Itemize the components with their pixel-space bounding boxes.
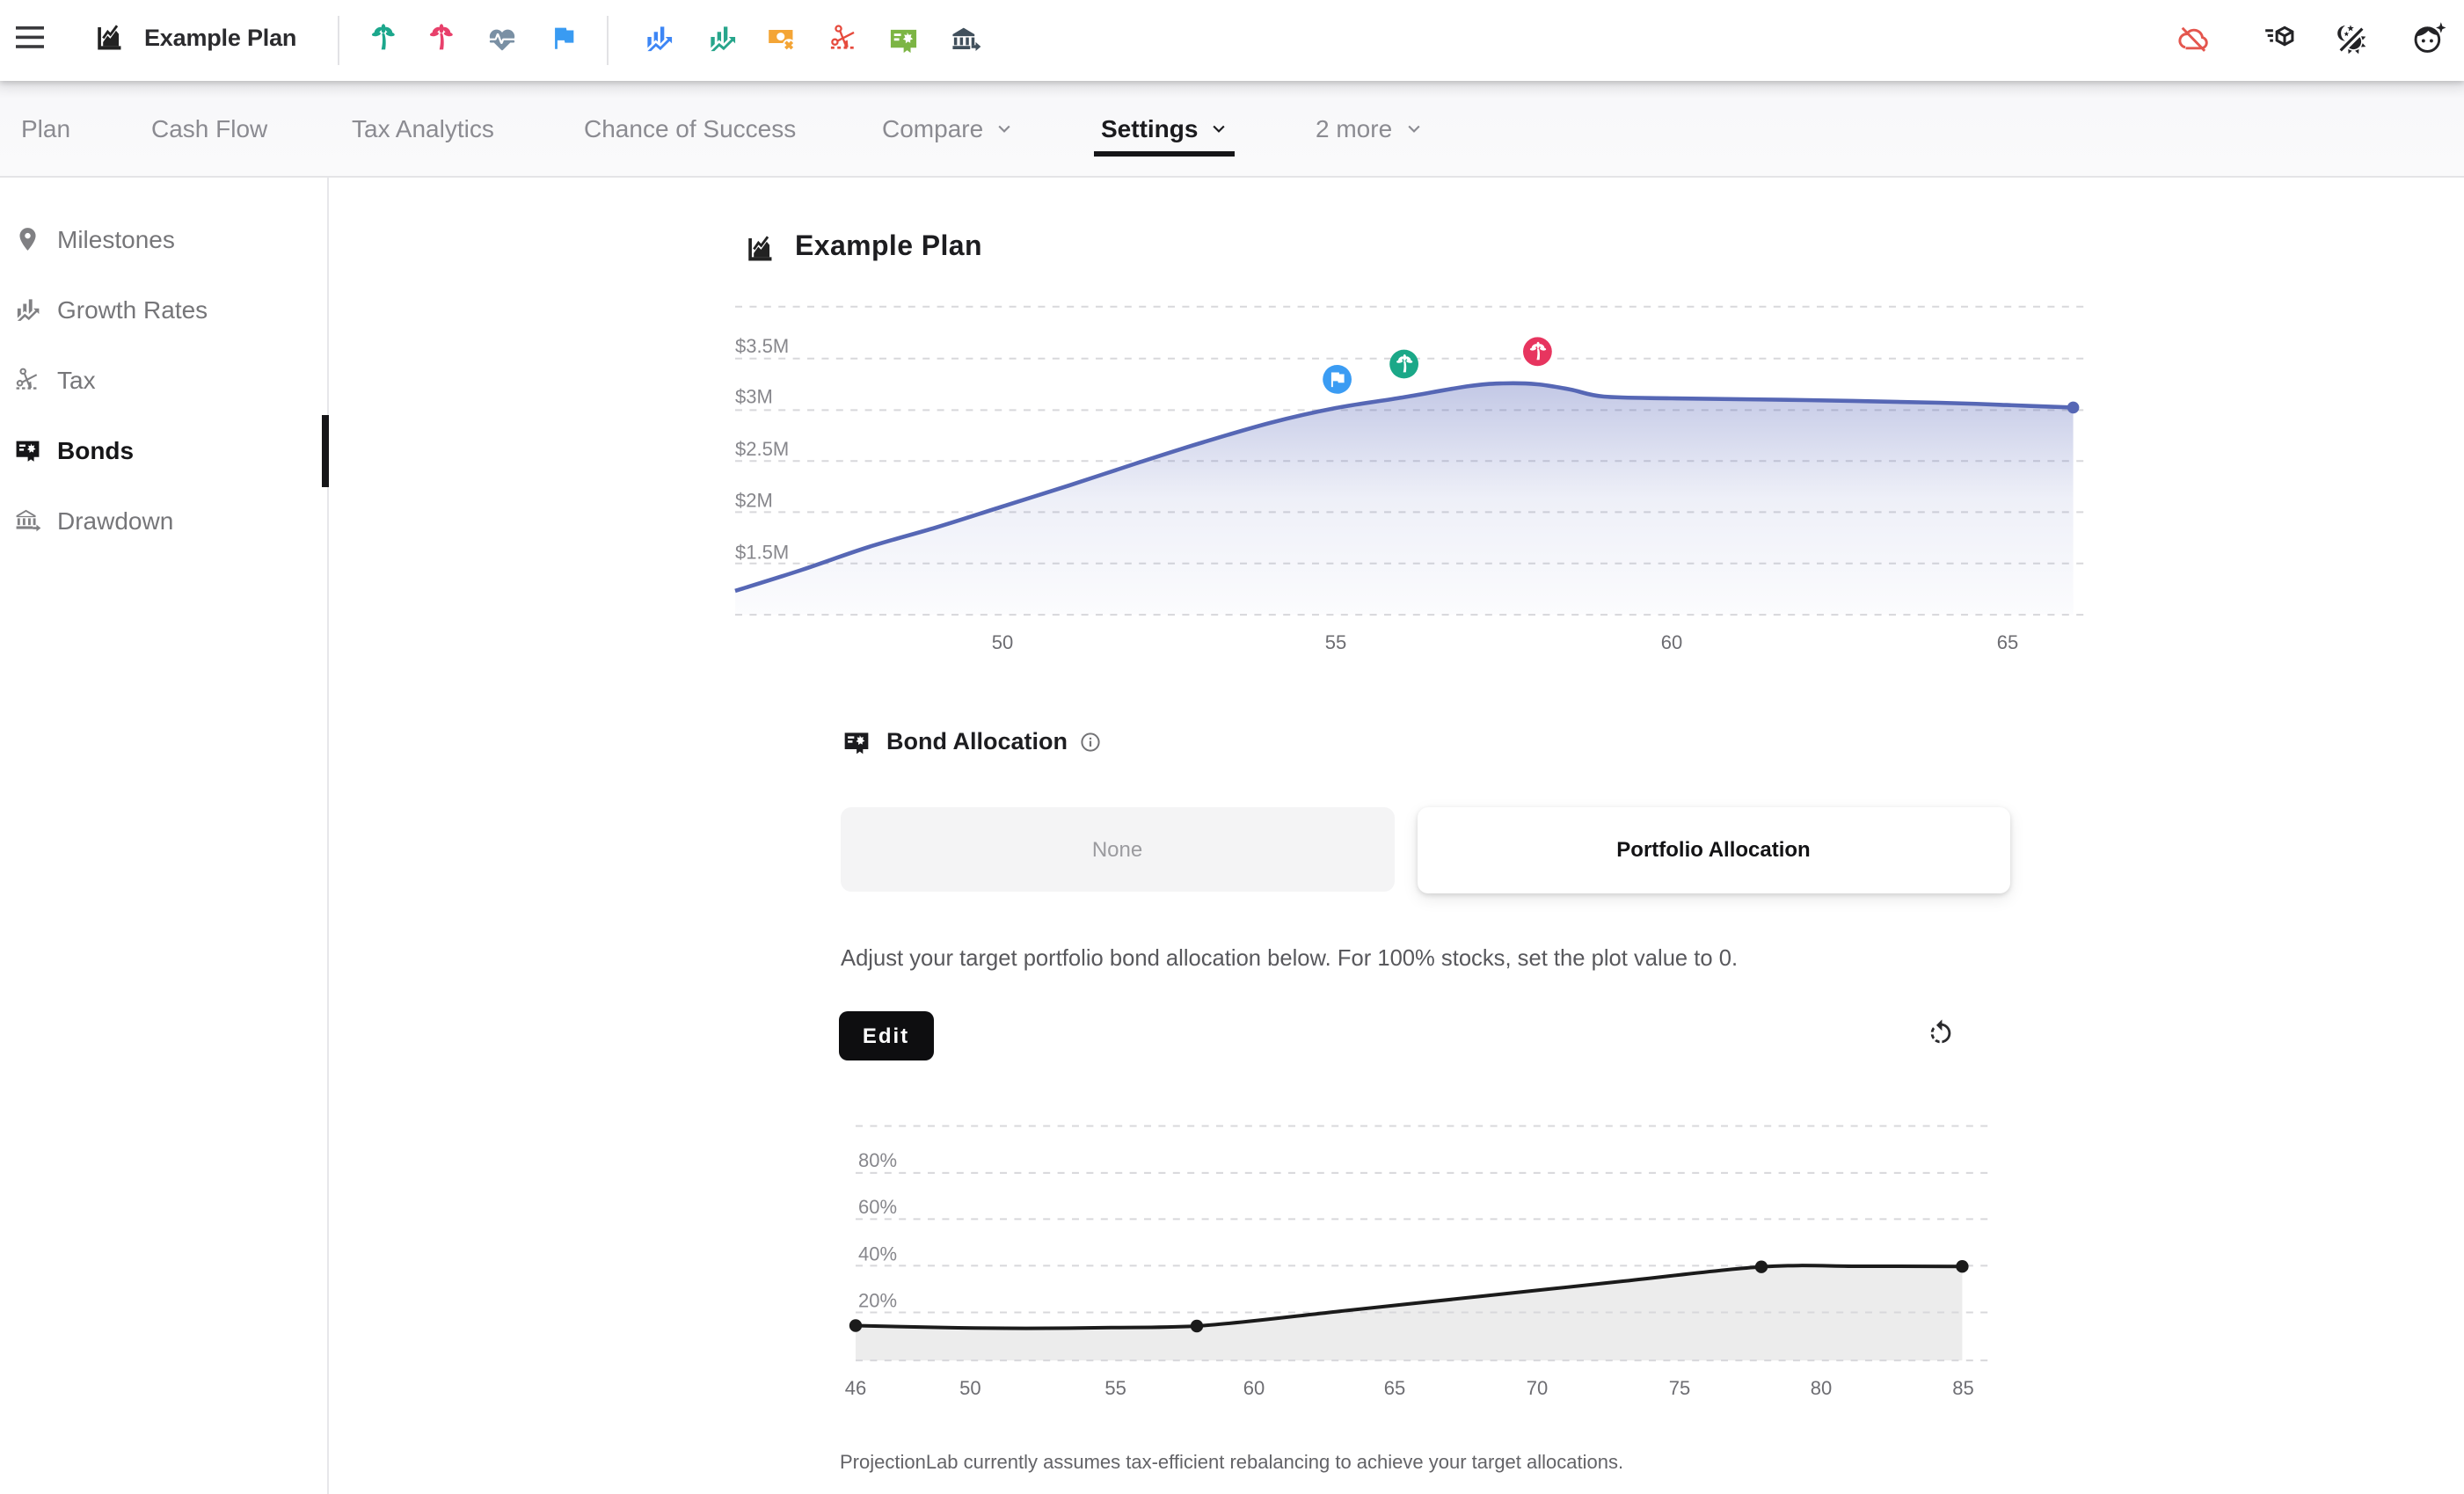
svg-text:$3.5M: $3.5M bbox=[735, 335, 789, 357]
svg-text:80%: 80% bbox=[858, 1149, 897, 1171]
svg-text:60%: 60% bbox=[858, 1196, 897, 1218]
svg-text:75: 75 bbox=[1669, 1377, 1690, 1399]
svg-text:20%: 20% bbox=[858, 1290, 897, 1312]
svg-text:65: 65 bbox=[1384, 1377, 1405, 1399]
svg-text:46: 46 bbox=[845, 1377, 866, 1399]
svg-text:60: 60 bbox=[1661, 631, 1682, 653]
svg-text:60: 60 bbox=[1243, 1377, 1265, 1399]
svg-text:40%: 40% bbox=[858, 1243, 897, 1265]
svg-text:70: 70 bbox=[1527, 1377, 1548, 1399]
svg-text:50: 50 bbox=[959, 1377, 980, 1399]
svg-text:50: 50 bbox=[992, 631, 1013, 653]
svg-text:$2M: $2M bbox=[735, 490, 773, 512]
svg-text:$3M: $3M bbox=[735, 386, 773, 408]
svg-text:65: 65 bbox=[1997, 631, 2018, 653]
svg-text:$2.5M: $2.5M bbox=[735, 438, 789, 460]
svg-text:85: 85 bbox=[1952, 1377, 1973, 1399]
svg-text:$1.5M: $1.5M bbox=[735, 541, 789, 563]
svg-text:55: 55 bbox=[1104, 1377, 1126, 1399]
svg-text:55: 55 bbox=[1325, 631, 1346, 653]
svg-text:80: 80 bbox=[1811, 1377, 1832, 1399]
